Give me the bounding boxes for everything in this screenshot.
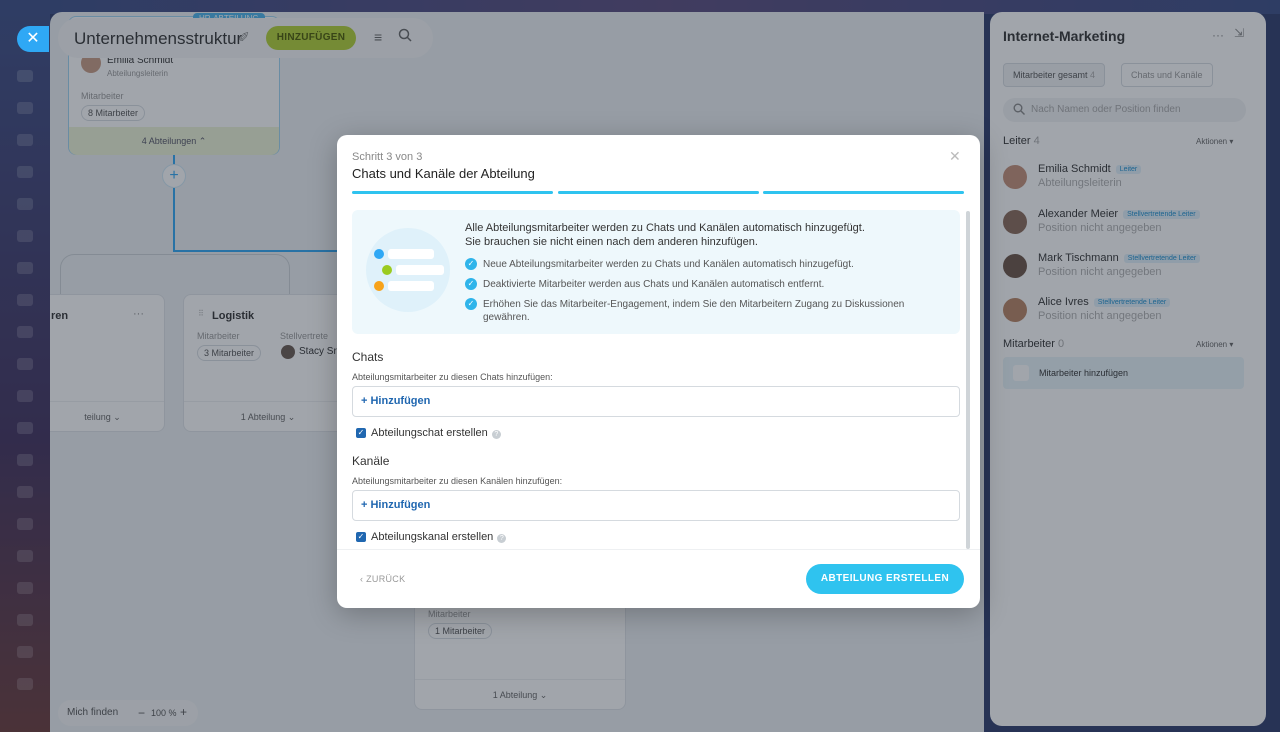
create-chat-checkbox[interactable]: ✓ Abteilungschat erstellen?	[356, 427, 501, 439]
progress-step-2	[558, 191, 759, 194]
help-icon[interactable]: ?	[491, 430, 501, 439]
illustration-bar	[396, 265, 444, 275]
dialog-scrollbar[interactable]	[966, 211, 970, 549]
check-icon: ✓	[465, 278, 477, 290]
illustration-bar	[388, 249, 434, 259]
illustration-dot	[382, 265, 392, 275]
progress-step-1	[352, 191, 553, 194]
illustration-bar	[388, 281, 434, 291]
help-icon[interactable]: ?	[497, 534, 507, 543]
illustration-dot	[374, 281, 384, 291]
info-text: Alle Abteilungsmitarbeiter werden zu Cha…	[465, 222, 865, 248]
chats-subtitle: Abteilungsmitarbeiter zu diesen Chats hi…	[352, 372, 553, 382]
chats-add-field[interactable]: + Hinzufügen	[352, 386, 960, 417]
channels-heading: Kanäle	[352, 454, 390, 468]
illustration-dot	[374, 249, 384, 259]
back-button[interactable]: ‹ ZURÜCK	[360, 574, 405, 584]
info-banner: Alle Abteilungsmitarbeiter werden zu Cha…	[352, 210, 960, 334]
chats-heading: Chats	[352, 350, 384, 364]
channels-add-field[interactable]: + Hinzufügen	[352, 490, 960, 521]
close-icon[interactable]: ✕	[949, 148, 961, 165]
dialog-body: Alle Abteilungsmitarbeiter werden zu Cha…	[352, 210, 962, 548]
close-slider-button[interactable]: ✕	[17, 26, 49, 52]
dialog-footer: ‹ ZURÜCK ABTEILUNG ERSTELLEN	[337, 549, 980, 608]
channels-subtitle: Abteilungsmitarbeiter zu diesen Kanälen …	[352, 476, 563, 486]
info-bullet: ✓ Erhöhen Sie das Mitarbeiter-Engagement,…	[465, 298, 935, 324]
info-bullet: ✓ Deaktivierte Mitarbeiter werden aus Cha…	[465, 278, 935, 291]
create-department-dialog: Schritt 3 von 3 Chats und Kanäle der Abt…	[337, 135, 980, 608]
chat-illustration	[366, 228, 450, 312]
info-bullet: ✓ Neue Abteilungsmitarbeiter werden zu Ch…	[465, 258, 935, 271]
dialog-title: Chats und Kanäle der Abteilung	[352, 166, 535, 181]
create-department-button[interactable]: ABTEILUNG ERSTELLEN	[806, 564, 964, 594]
create-channel-checkbox[interactable]: ✓ Abteilungskanal erstellen?	[356, 531, 507, 543]
check-icon: ✓	[465, 298, 477, 310]
progress-step-3	[763, 191, 964, 194]
checkbox-checked-icon[interactable]: ✓	[356, 532, 366, 542]
checkbox-checked-icon[interactable]: ✓	[356, 428, 366, 438]
check-icon: ✓	[465, 258, 477, 270]
step-indicator: Schritt 3 von 3	[352, 151, 423, 163]
